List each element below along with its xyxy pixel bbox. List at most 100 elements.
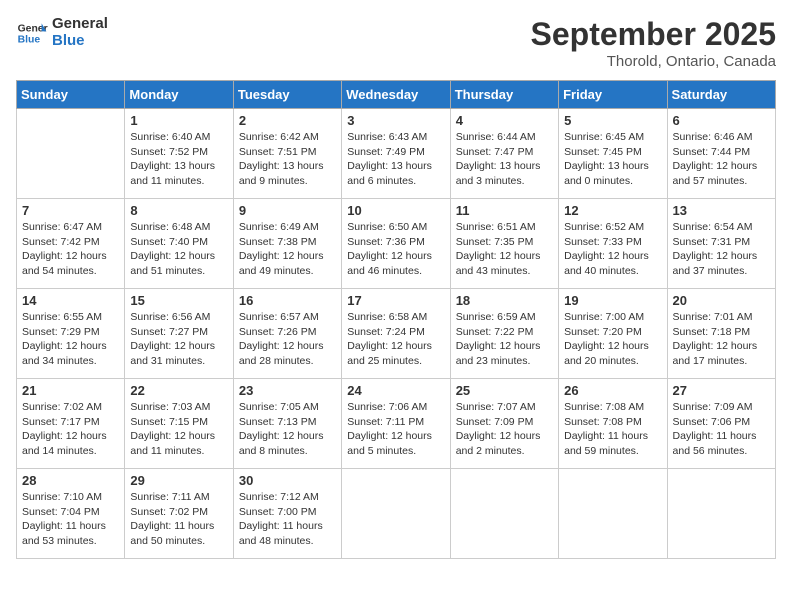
calendar-week-row: 28 Sunrise: 7:10 AM Sunset: 7:04 PM Dayli… — [17, 469, 776, 559]
day-number: 8 — [130, 203, 227, 218]
day-number: 25 — [456, 383, 553, 398]
day-number: 2 — [239, 113, 336, 128]
day-info: Sunrise: 6:51 AM Sunset: 7:35 PM Dayligh… — [456, 220, 553, 279]
calendar-cell: 5 Sunrise: 6:45 AM Sunset: 7:45 PM Daylig… — [559, 109, 667, 199]
day-number: 19 — [564, 293, 661, 308]
calendar-cell: 3Sunrise: 6:43 AM Sunset: 7:49 PM Daylig… — [342, 109, 450, 199]
calendar-cell — [450, 469, 558, 559]
calendar-cell: 28 Sunrise: 7:10 AM Sunset: 7:04 PM Dayli… — [17, 469, 125, 559]
day-number: 26 — [564, 383, 661, 398]
day-number: 1 — [130, 113, 227, 128]
day-of-week-header: Tuesday — [233, 81, 341, 109]
logo-icon: General Blue — [16, 17, 48, 49]
day-info: Sunrise: 7:12 AM Sunset: 7:00 PM Dayligh… — [239, 490, 336, 549]
day-number: 28 — [22, 473, 119, 488]
calendar-week-row: 14Sunrise: 6:55 AM Sunset: 7:29 PM Dayli… — [17, 289, 776, 379]
day-number: 12 — [564, 203, 661, 218]
logo: General Blue General Blue — [16, 16, 108, 49]
calendar-cell: 8 Sunrise: 6:48 AM Sunset: 7:40 PM Daylig… — [125, 199, 233, 289]
calendar-cell: 22Sunrise: 7:03 AM Sunset: 7:15 PM Dayli… — [125, 379, 233, 469]
day-number: 17 — [347, 293, 444, 308]
day-number: 15 — [130, 293, 227, 308]
day-number: 5 — [564, 113, 661, 128]
calendar-week-row: 1 Sunrise: 6:40 AM Sunset: 7:52 PM Daylig… — [17, 109, 776, 199]
page-header: General Blue General Blue September 2025… — [16, 16, 776, 70]
calendar-cell: 14Sunrise: 6:55 AM Sunset: 7:29 PM Dayli… — [17, 289, 125, 379]
day-info: Sunrise: 7:05 AM Sunset: 7:13 PM Dayligh… — [239, 400, 336, 459]
calendar-cell: 13 Sunrise: 6:54 AM Sunset: 7:31 PM Dayli… — [667, 199, 775, 289]
day-number: 20 — [673, 293, 770, 308]
day-info: Sunrise: 6:42 AM Sunset: 7:51 PM Dayligh… — [239, 130, 336, 189]
calendar-week-row: 7 Sunrise: 6:47 AM Sunset: 7:42 PM Daylig… — [17, 199, 776, 289]
calendar-cell: 12 Sunrise: 6:52 AM Sunset: 7:33 PM Dayli… — [559, 199, 667, 289]
day-info: Sunrise: 6:59 AM Sunset: 7:22 PM Dayligh… — [456, 310, 553, 369]
day-number: 21 — [22, 383, 119, 398]
day-number: 23 — [239, 383, 336, 398]
calendar-week-row: 21Sunrise: 7:02 AM Sunset: 7:17 PM Dayli… — [17, 379, 776, 469]
calendar-cell — [667, 469, 775, 559]
month-title: September 2025 — [531, 16, 776, 53]
calendar-cell: 27Sunrise: 7:09 AM Sunset: 7:06 PM Dayli… — [667, 379, 775, 469]
day-of-week-header: Saturday — [667, 81, 775, 109]
day-number: 18 — [456, 293, 553, 308]
calendar-cell: 16Sunrise: 6:57 AM Sunset: 7:26 PM Dayli… — [233, 289, 341, 379]
calendar-cell — [17, 109, 125, 199]
day-info: Sunrise: 6:48 AM Sunset: 7:40 PM Dayligh… — [130, 220, 227, 279]
day-info: Sunrise: 7:11 AM Sunset: 7:02 PM Dayligh… — [130, 490, 227, 549]
day-number: 30 — [239, 473, 336, 488]
day-info: Sunrise: 7:06 AM Sunset: 7:11 PM Dayligh… — [347, 400, 444, 459]
day-of-week-header: Monday — [125, 81, 233, 109]
day-info: Sunrise: 7:10 AM Sunset: 7:04 PM Dayligh… — [22, 490, 119, 549]
calendar-cell: 20 Sunrise: 7:01 AM Sunset: 7:18 PM Dayli… — [667, 289, 775, 379]
calendar-cell: 30 Sunrise: 7:12 AM Sunset: 7:00 PM Dayli… — [233, 469, 341, 559]
calendar-table: SundayMondayTuesdayWednesdayThursdayFrid… — [16, 80, 776, 559]
svg-text:Blue: Blue — [18, 34, 41, 45]
calendar-cell: 6Sunrise: 6:46 AM Sunset: 7:44 PM Daylig… — [667, 109, 775, 199]
day-info: Sunrise: 6:54 AM Sunset: 7:31 PM Dayligh… — [673, 220, 770, 279]
day-info: Sunrise: 6:50 AM Sunset: 7:36 PM Dayligh… — [347, 220, 444, 279]
day-info: Sunrise: 6:44 AM Sunset: 7:47 PM Dayligh… — [456, 130, 553, 189]
calendar-cell: 9Sunrise: 6:49 AM Sunset: 7:38 PM Daylig… — [233, 199, 341, 289]
calendar-cell — [342, 469, 450, 559]
calendar-cell: 7 Sunrise: 6:47 AM Sunset: 7:42 PM Daylig… — [17, 199, 125, 289]
logo-blue: Blue — [52, 33, 108, 50]
day-info: Sunrise: 6:45 AM Sunset: 7:45 PM Dayligh… — [564, 130, 661, 189]
calendar-cell: 4Sunrise: 6:44 AM Sunset: 7:47 PM Daylig… — [450, 109, 558, 199]
day-number: 13 — [673, 203, 770, 218]
day-number: 9 — [239, 203, 336, 218]
day-of-week-header: Sunday — [17, 81, 125, 109]
day-info: Sunrise: 7:00 AM Sunset: 7:20 PM Dayligh… — [564, 310, 661, 369]
day-of-week-header: Friday — [559, 81, 667, 109]
calendar-cell: 1 Sunrise: 6:40 AM Sunset: 7:52 PM Daylig… — [125, 109, 233, 199]
day-info: Sunrise: 6:46 AM Sunset: 7:44 PM Dayligh… — [673, 130, 770, 189]
day-info: Sunrise: 6:58 AM Sunset: 7:24 PM Dayligh… — [347, 310, 444, 369]
calendar-cell: 15 Sunrise: 6:56 AM Sunset: 7:27 PM Dayli… — [125, 289, 233, 379]
calendar-cell: 26 Sunrise: 7:08 AM Sunset: 7:08 PM Dayli… — [559, 379, 667, 469]
title-block: September 2025 Thorold, Ontario, Canada — [531, 16, 776, 70]
calendar-header-row: SundayMondayTuesdayWednesdayThursdayFrid… — [17, 81, 776, 109]
day-of-week-header: Wednesday — [342, 81, 450, 109]
day-number: 14 — [22, 293, 119, 308]
calendar-cell — [559, 469, 667, 559]
calendar-cell: 29 Sunrise: 7:11 AM Sunset: 7:02 PM Dayli… — [125, 469, 233, 559]
calendar-cell: 19 Sunrise: 7:00 AM Sunset: 7:20 PM Dayli… — [559, 289, 667, 379]
location-title: Thorold, Ontario, Canada — [531, 53, 776, 70]
day-info: Sunrise: 7:01 AM Sunset: 7:18 PM Dayligh… — [673, 310, 770, 369]
day-info: Sunrise: 6:40 AM Sunset: 7:52 PM Dayligh… — [130, 130, 227, 189]
calendar-cell: 18 Sunrise: 6:59 AM Sunset: 7:22 PM Dayli… — [450, 289, 558, 379]
day-info: Sunrise: 7:08 AM Sunset: 7:08 PM Dayligh… — [564, 400, 661, 459]
calendar-cell: 17 Sunrise: 6:58 AM Sunset: 7:24 PM Dayli… — [342, 289, 450, 379]
day-number: 7 — [22, 203, 119, 218]
calendar-cell: 23 Sunrise: 7:05 AM Sunset: 7:13 PM Dayli… — [233, 379, 341, 469]
calendar-cell: 2 Sunrise: 6:42 AM Sunset: 7:51 PM Daylig… — [233, 109, 341, 199]
day-info: Sunrise: 7:07 AM Sunset: 7:09 PM Dayligh… — [456, 400, 553, 459]
calendar-cell: 11Sunrise: 6:51 AM Sunset: 7:35 PM Dayli… — [450, 199, 558, 289]
day-info: Sunrise: 6:47 AM Sunset: 7:42 PM Dayligh… — [22, 220, 119, 279]
day-info: Sunrise: 7:03 AM Sunset: 7:15 PM Dayligh… — [130, 400, 227, 459]
day-info: Sunrise: 6:56 AM Sunset: 7:27 PM Dayligh… — [130, 310, 227, 369]
day-info: Sunrise: 6:52 AM Sunset: 7:33 PM Dayligh… — [564, 220, 661, 279]
calendar-cell: 25 Sunrise: 7:07 AM Sunset: 7:09 PM Dayli… — [450, 379, 558, 469]
logo-general: General — [52, 16, 108, 33]
day-number: 29 — [130, 473, 227, 488]
day-info: Sunrise: 6:57 AM Sunset: 7:26 PM Dayligh… — [239, 310, 336, 369]
